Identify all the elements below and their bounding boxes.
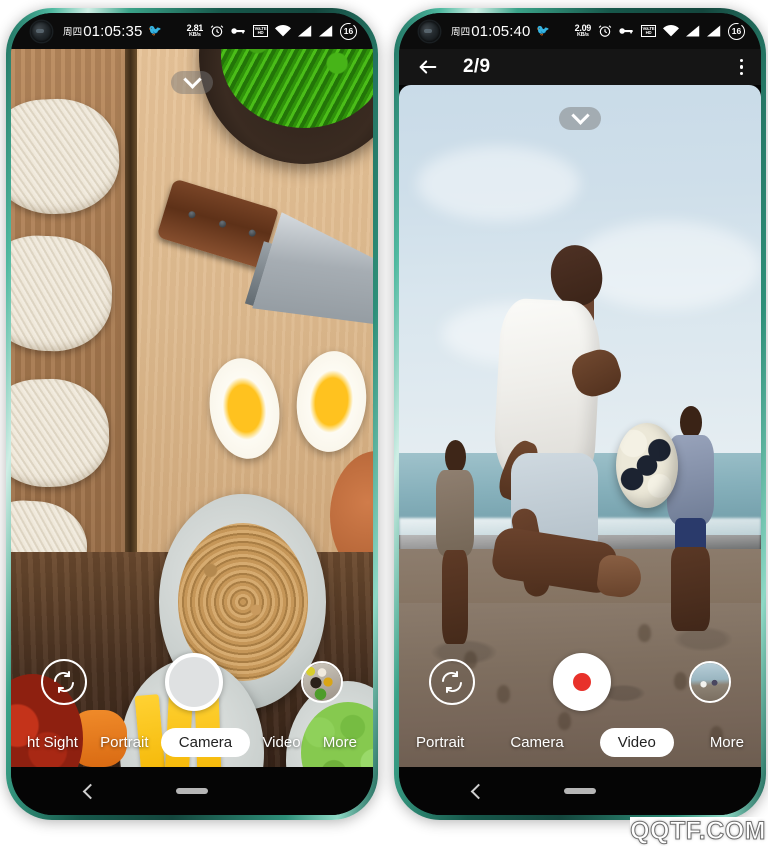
signal-bars-icon	[707, 25, 721, 37]
system-nav-bar-left	[11, 767, 373, 815]
battery-indicator: 16	[340, 22, 357, 40]
soccer-ball	[616, 422, 678, 508]
front-camera-punch-hole	[31, 20, 52, 42]
status-bar-right: 周四 01:05:40 🐦 2.09 KB/s VoLTE HD 16	[399, 13, 761, 49]
record-button[interactable]	[553, 653, 611, 711]
camera-controls-right	[399, 653, 761, 711]
mode-camera[interactable]: Camera	[160, 727, 251, 757]
wifi-icon	[663, 25, 679, 37]
gallery-thumbnail-button[interactable]	[301, 661, 343, 703]
arrow-back-icon[interactable]	[417, 56, 439, 78]
alarm-icon	[210, 24, 224, 38]
phone-screen-right: 周四 01:05:40 🐦 2.09 KB/s VoLTE HD 16 2/9 …	[399, 13, 761, 815]
more-vertical-icon[interactable]	[739, 58, 743, 76]
vpn-key-icon	[619, 25, 634, 37]
shutter-button[interactable]	[165, 653, 223, 711]
volte-line-2: HD	[645, 30, 652, 35]
network-speed-indicator: 2.09 KB/s	[575, 23, 592, 39]
gallery-thumbnail-image	[691, 663, 729, 701]
network-speed-indicator: 2.81 KB/s	[187, 23, 204, 39]
signal-bars-icon	[319, 25, 333, 37]
flip-camera-button[interactable]	[429, 659, 475, 705]
mode-camera[interactable]: Camera	[500, 729, 573, 756]
mode-portrait[interactable]: Portrait	[406, 729, 474, 756]
status-clock: 周四 01:05:35	[63, 23, 142, 40]
bird-icon: 🐦	[536, 24, 551, 37]
camera-viewfinder-left[interactable]: ht Sight Portrait Camera Video More	[11, 49, 373, 767]
system-nav-bar-right	[399, 767, 761, 815]
vpn-key-icon	[231, 25, 246, 37]
camera-mode-bar-left: ht Sight Portrait Camera Video More	[11, 721, 373, 763]
status-time: 01:05:40	[471, 22, 531, 40]
camera-mode-bar-right: Portrait Camera Video More	[399, 721, 761, 763]
phone-device-right: 周四 01:05:40 🐦 2.09 KB/s VoLTE HD 16 2/9 …	[394, 8, 766, 820]
status-time: 01:05:35	[83, 22, 143, 40]
watermark-text: QQTF.COM	[630, 817, 766, 846]
camera-controls-left	[11, 653, 373, 711]
bird-icon: 🐦	[148, 24, 163, 37]
status-bar-left: 周四 01:05:35 🐦 2.81 KB/s VoLTE HD 16	[11, 13, 373, 49]
home-pill-icon[interactable]	[176, 788, 208, 794]
phone-device-left: 周四 01:05:35 🐦 2.81 KB/s VoLTE HD 16 ht S…	[6, 8, 378, 820]
phone-screen-left: 周四 01:05:35 🐦 2.81 KB/s VoLTE HD 16 ht S…	[11, 13, 373, 815]
chevron-down-icon[interactable]	[559, 106, 601, 130]
front-camera-punch-hole	[419, 20, 440, 42]
mode-video[interactable]: Video	[599, 727, 674, 757]
mode-portrait[interactable]: Portrait	[90, 729, 158, 756]
mode-video[interactable]: Video	[252, 729, 310, 756]
home-pill-icon[interactable]	[564, 788, 596, 794]
mode-more[interactable]: More	[700, 729, 754, 756]
site-watermark: QQTF.COM	[630, 817, 766, 846]
battery-indicator: 16	[728, 22, 745, 40]
network-speed-unit: KB/s	[188, 32, 201, 38]
signal-bars-icon	[686, 25, 700, 37]
mode-more[interactable]: More	[313, 729, 367, 756]
battery-level: 16	[731, 26, 742, 36]
wifi-icon	[275, 25, 291, 37]
battery-level: 16	[343, 26, 354, 36]
record-dot-icon	[573, 673, 591, 691]
status-weekday: 周四	[451, 26, 471, 38]
status-clock: 周四 01:05:40	[451, 23, 530, 40]
signal-bars-icon	[298, 25, 312, 37]
flip-camera-button[interactable]	[41, 659, 87, 705]
app-bar-right: 2/9	[399, 49, 761, 85]
background-player-left	[432, 439, 479, 645]
volte-icon: VoLTE HD	[641, 25, 656, 37]
volte-line-2: HD	[257, 30, 264, 35]
alarm-icon	[598, 24, 612, 38]
volte-icon: VoLTE HD	[253, 25, 268, 37]
back-chevron-icon[interactable]	[470, 783, 487, 799]
gallery-thumbnail-button[interactable]	[689, 661, 731, 703]
status-weekday: 周四	[63, 26, 83, 38]
back-chevron-icon[interactable]	[82, 783, 99, 799]
gallery-thumbnail-image	[303, 663, 341, 701]
mode-night-sight[interactable]: ht Sight	[17, 729, 88, 756]
page-counter: 2/9	[463, 56, 491, 77]
network-speed-unit: KB/s	[576, 32, 589, 38]
chevron-down-icon[interactable]	[171, 70, 213, 94]
camera-viewfinder-right[interactable]: Portrait Camera Video More	[399, 85, 761, 767]
